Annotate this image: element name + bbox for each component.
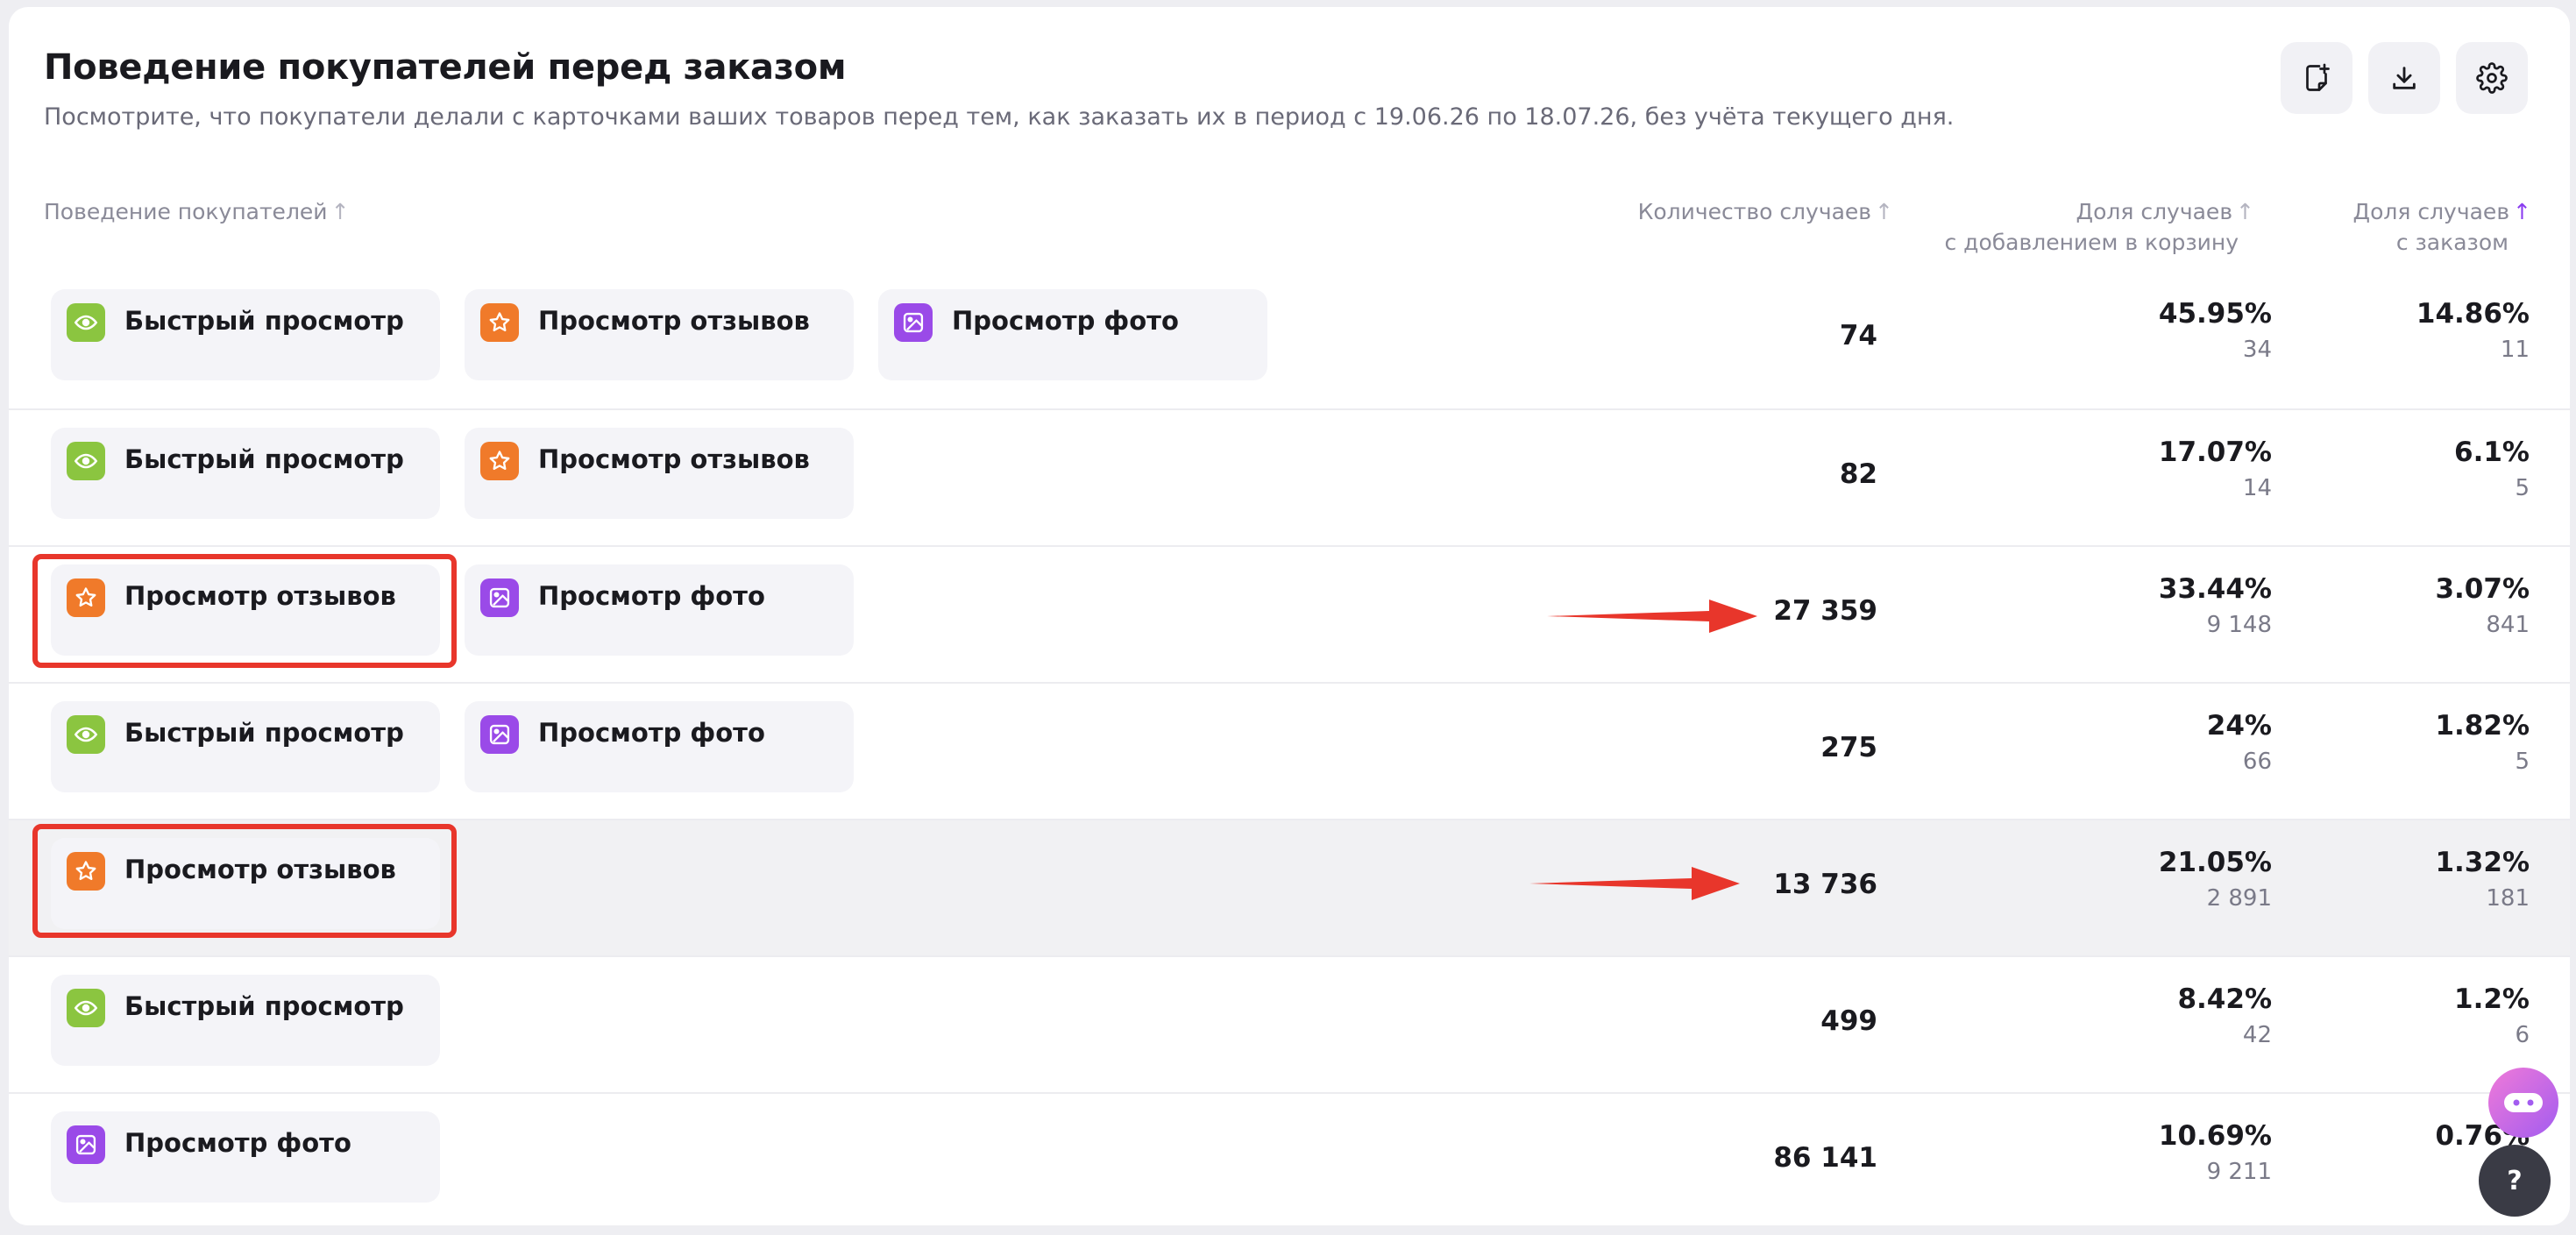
- order-share-count: 841: [2486, 612, 2530, 638]
- table-row[interactable]: Быстрый просмотр 499 8.42% 42 1.2% 6: [9, 955, 2570, 1092]
- col-behavior-label: Поведение покупателей: [44, 199, 328, 224]
- table-row[interactable]: Быстрый просмотр Просмотр отзывов 82 17.…: [9, 408, 2570, 545]
- cart-share-pct: 33.44%: [2158, 573, 2272, 605]
- cart-share-count: 42: [2242, 1022, 2272, 1048]
- chip-label: Просмотр фото: [538, 581, 765, 611]
- cart-share-count: 34: [2242, 337, 2272, 363]
- table-row[interactable]: Быстрый просмотр Просмотр фото 275 24% 6…: [9, 682, 2570, 819]
- image-icon: [67, 1125, 105, 1164]
- col-count-label: Количество случаев: [1637, 199, 1872, 224]
- page-subtitle: Посмотрите, что покупатели делали с карт…: [44, 103, 1955, 131]
- cart-share-count: 14: [2242, 475, 2272, 501]
- col-behavior-header[interactable]: Поведение покупателей ↑: [44, 196, 350, 227]
- cart-share-pct: 10.69%: [2158, 1120, 2272, 1152]
- order-share-pct: 1.32%: [2435, 847, 2530, 878]
- cart-share-count: 9 211: [2206, 1159, 2272, 1185]
- settings-button[interactable]: [2456, 42, 2528, 114]
- chip-photos: Просмотр фото: [465, 701, 854, 792]
- robot-icon: [2504, 1093, 2543, 1112]
- cart-share-count: 66: [2242, 749, 2272, 775]
- eye-icon: [67, 715, 105, 754]
- cart-share-pct: 8.42%: [2177, 983, 2272, 1015]
- annotation-highlight-box: [32, 824, 457, 938]
- chip-reviews: Просмотр отзывов: [465, 428, 854, 519]
- sort-arrow-active-icon: ↑: [2513, 199, 2531, 224]
- chip-label: Просмотр отзывов: [538, 306, 810, 336]
- chip-photos: Просмотр фото: [465, 564, 854, 656]
- star-icon: [480, 303, 519, 342]
- chip-label: Просмотр отзывов: [538, 444, 810, 474]
- count-value: 82: [1839, 458, 1877, 490]
- cart-share-count: 2 891: [2206, 885, 2272, 912]
- chat-assistant-button[interactable]: [2488, 1068, 2558, 1138]
- order-share-count: 11: [2500, 337, 2530, 363]
- col-cart-share-label: Доля случаев: [2076, 199, 2233, 224]
- sort-arrow-icon: ↑: [330, 199, 350, 224]
- order-share-count: 181: [2486, 885, 2530, 912]
- chip-label: Просмотр фото: [124, 1128, 351, 1158]
- eye-icon: [67, 989, 105, 1027]
- count-value: 74: [1839, 320, 1877, 351]
- add-note-button[interactable]: [2281, 42, 2352, 114]
- image-icon: [480, 578, 519, 617]
- image-icon: [480, 715, 519, 754]
- eye-icon: [67, 303, 105, 342]
- help-button[interactable]: ?: [2479, 1145, 2551, 1217]
- image-icon: [894, 303, 933, 342]
- count-value: 275: [1820, 732, 1877, 763]
- col-cart-share-header[interactable]: Доля случаев ↑ с добавлением в корзину: [1944, 196, 2254, 258]
- count-value: 27 359: [1773, 595, 1877, 627]
- chip-photos: Просмотр фото: [878, 289, 1267, 380]
- order-share-count: 5: [2515, 749, 2530, 775]
- col-count-header[interactable]: Количество случаев ↑: [1638, 196, 1893, 227]
- sort-arrow-icon: ↑: [1875, 199, 1893, 224]
- star-icon: [480, 442, 519, 480]
- chip-label: Быстрый просмотр: [124, 718, 404, 748]
- cart-share-pct: 45.95%: [2158, 298, 2272, 330]
- chip-label: Быстрый просмотр: [124, 444, 404, 474]
- annotation-arrow-icon: [1547, 600, 1757, 633]
- annotation-highlight-box: [32, 554, 457, 668]
- table-row[interactable]: Просмотр фото 86 141 10.69% 9 211 0.76% …: [9, 1092, 2570, 1225]
- col-cart-share-label-2: с добавлением в корзину: [1944, 230, 2239, 255]
- sort-arrow-icon: ↑: [2236, 199, 2254, 224]
- order-share-pct: 1.2%: [2454, 983, 2530, 1015]
- note-add-icon: [2306, 63, 2330, 91]
- chip-reviews: Просмотр отзывов: [465, 289, 854, 380]
- chip-quick-view: Быстрый просмотр: [51, 975, 440, 1066]
- cart-share-pct: 24%: [2206, 710, 2272, 742]
- order-share-pct: 1.82%: [2435, 710, 2530, 742]
- download-button[interactable]: [2368, 42, 2440, 114]
- order-share-count: 5: [2515, 475, 2530, 501]
- order-share-pct: 14.86%: [2416, 298, 2530, 330]
- col-order-share-header[interactable]: Доля случаев ↑ с заказом: [2353, 196, 2531, 258]
- col-order-share-label: Доля случаев: [2352, 199, 2510, 224]
- cart-share-pct: 21.05%: [2158, 847, 2272, 878]
- gear-icon: [2476, 62, 2508, 94]
- col-order-share-label-2: с заказом: [2395, 230, 2509, 255]
- chip-quick-view: Быстрый просмотр: [51, 428, 440, 519]
- chip-label: Быстрый просмотр: [124, 306, 404, 336]
- annotation-arrow-icon: [1529, 867, 1740, 900]
- download-icon: [2393, 67, 2416, 89]
- chip-label: Быстрый просмотр: [124, 991, 404, 1021]
- cart-share-pct: 17.07%: [2158, 437, 2272, 468]
- chip-photos: Просмотр фото: [51, 1111, 440, 1203]
- count-value: 499: [1820, 1005, 1877, 1037]
- chip-label: Просмотр фото: [952, 306, 1179, 336]
- chip-quick-view: Быстрый просмотр: [51, 701, 440, 792]
- chip-label: Просмотр фото: [538, 718, 765, 748]
- count-value: 13 736: [1773, 869, 1877, 900]
- count-value: 86 141: [1773, 1142, 1877, 1174]
- order-share-pct: 3.07%: [2435, 573, 2530, 605]
- cart-share-count: 9 148: [2206, 612, 2272, 638]
- chip-quick-view: Быстрый просмотр: [51, 289, 440, 380]
- order-share-count: 6: [2515, 1022, 2530, 1048]
- table-row[interactable]: Быстрый просмотр Просмотр отзывов Просмо…: [9, 272, 2570, 408]
- behavior-card: Поведение покупателей перед заказом Посм…: [9, 7, 2570, 1225]
- eye-icon: [67, 442, 105, 480]
- order-share-pct: 6.1%: [2454, 437, 2530, 468]
- page-title: Поведение покупателей перед заказом: [44, 47, 847, 88]
